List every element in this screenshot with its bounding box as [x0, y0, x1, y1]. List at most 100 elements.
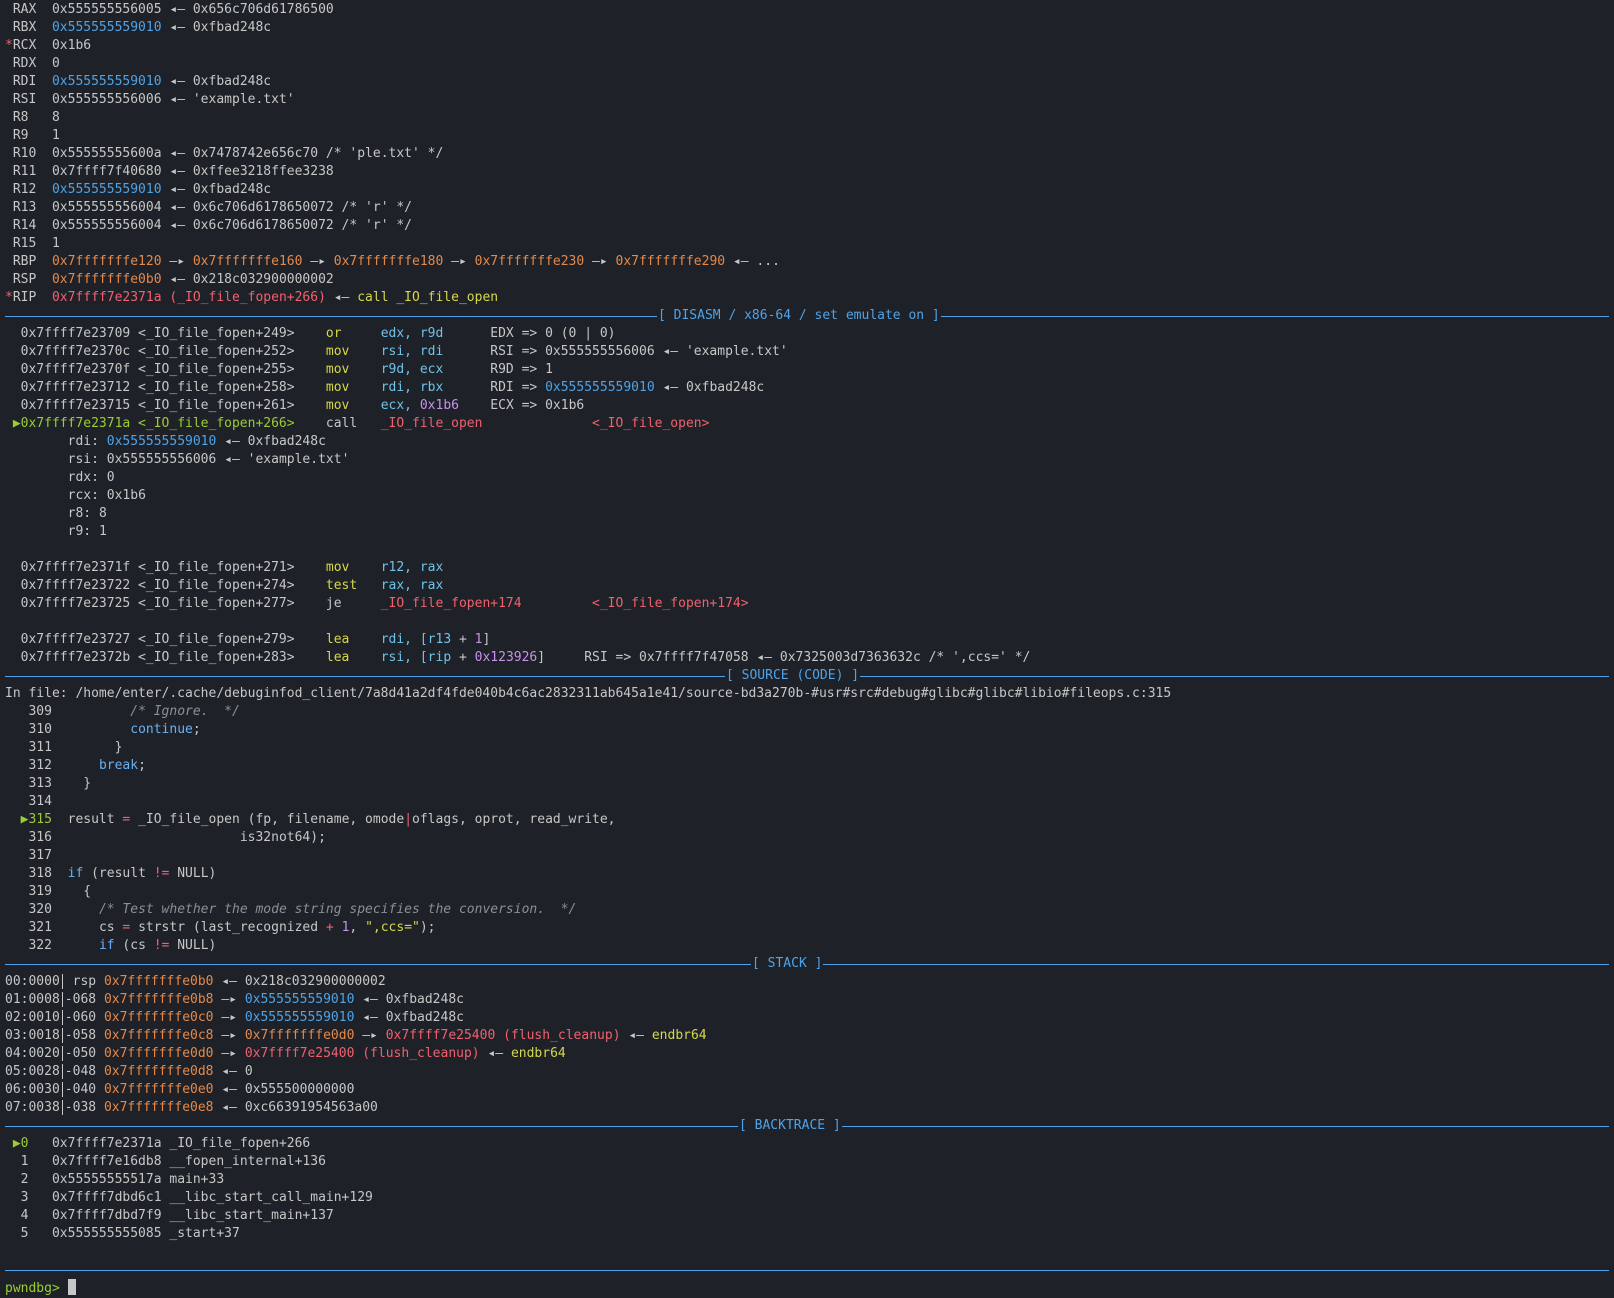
frame-symbol: __fopen_internal+136: [169, 1154, 326, 1169]
instruction-address: 0x7ffff7e2370c <_IO_file_fopen+252>: [20, 344, 295, 359]
register-row: R11 0x7ffff7f40680 ◂— 0xffee3218ffee3238: [5, 163, 1609, 181]
changed-marker: [5, 200, 13, 215]
changed-marker: [5, 236, 13, 251]
frame-address: 0x7ffff7dbd7f9: [51, 1208, 170, 1223]
stack-row: 02:0010 -060 0x7fffffffe0c0 —▸ 0x55555555…: [5, 1009, 1609, 1027]
stack-divider: [61, 1064, 63, 1079]
stack-address: 0x7fffffffe0e8: [103, 1100, 214, 1115]
disasm-row-current: ▶0x7ffff7e2371a <_IO_file_fopen+266> cal…: [5, 415, 1609, 433]
command-prompt[interactable]: pwndbg>: [5, 1279, 1609, 1297]
backtrace-frame[interactable]: 2 0x55555555517a main+33: [5, 1171, 1609, 1189]
argument-value: 0x555555559010: [106, 434, 217, 449]
operands: rax, rax: [380, 578, 444, 593]
frame-symbol: __libc_start_main+137: [169, 1208, 334, 1223]
register-operand: r13: [427, 632, 452, 647]
source-line: 321 cs = strstr (last_recognized + 1, ",…: [28, 920, 436, 935]
emulation-comment: RSI => 0x555555556006 ◂— 'example.txt': [490, 344, 788, 359]
operands: rsi, [: [380, 650, 428, 665]
current-instruction-marker: [5, 362, 21, 377]
stack-index: 06:0030: [5, 1082, 60, 1097]
register-value: 0x7ffff7f40680: [51, 164, 162, 179]
disasm-row: 0x7ffff7e23715 <_IO_file_fopen+261> mov …: [5, 397, 1609, 415]
emulation-comment: ECX => 0x1b6: [490, 398, 585, 413]
register-row: R12 0x555555559010 ◂— 0xfbad248c: [5, 181, 1609, 199]
frame-address: 0x555555555085: [51, 1226, 170, 1241]
argument-name: r9:: [67, 524, 99, 539]
argument-value: 0x1b6: [106, 488, 146, 503]
register-name: RIP: [12, 290, 37, 305]
immediate: 0x123926: [474, 650, 538, 665]
register-value: 0x55555555600a: [51, 146, 162, 161]
register-name: R13: [12, 200, 37, 215]
changed-marker: [5, 2, 13, 17]
instruction-address: 0x7ffff7e23725 <_IO_file_fopen+277>: [20, 596, 295, 611]
changed-marker: [5, 74, 13, 89]
instruction-address: 0x7ffff7e23727 <_IO_file_fopen+279>: [20, 632, 295, 647]
section-title-disasm: [ DISASM / x86-64 / set emulate on ]: [657, 307, 941, 325]
register-name: RCX: [12, 38, 37, 53]
jump-target: _IO_file_fopen+174: [380, 596, 593, 611]
arrow: —▸: [354, 1028, 386, 1043]
mnemonic: mov: [325, 398, 381, 413]
emulation-comment: RDI =>: [490, 380, 546, 395]
source-panel: In file: /home/enter/.cache/debuginfod_c…: [5, 685, 1609, 955]
frame-number: 4: [20, 1208, 52, 1223]
register-row: *RCX 0x1b6: [5, 37, 1609, 55]
register-row: R9 1: [5, 127, 1609, 145]
argument-name: rcx:: [67, 488, 107, 503]
source-line: 319 {: [28, 884, 92, 899]
backtrace-frame[interactable]: 3 0x7ffff7dbd6c1 __libc_start_call_main+…: [5, 1189, 1609, 1207]
stack-index: 01:0008: [5, 992, 60, 1007]
current-instruction-marker: [5, 344, 21, 359]
stack-index: 04:0020: [5, 1046, 60, 1061]
pointer-value: 0x7fffffffe160: [192, 254, 303, 269]
register-operand: rip: [427, 650, 452, 665]
backtrace-frame[interactable]: ▶0 0x7ffff7e2371a _IO_file_fopen+266: [5, 1135, 1609, 1153]
emulation-comment: ◂— 0xfbad248c: [654, 380, 765, 395]
register-name: RSP: [12, 272, 37, 287]
argument-name: rdi:: [67, 434, 107, 449]
backtrace-frame[interactable]: 1 0x7ffff7e16db8 __fopen_internal+136: [5, 1153, 1609, 1171]
instruction-address: 0x7ffff7e2370f <_IO_file_fopen+255>: [20, 362, 295, 377]
frame-symbol: __libc_start_call_main+129: [169, 1190, 373, 1205]
source-line: 322 if (cs != NULL): [28, 938, 217, 953]
stack-offset: -060: [64, 1010, 104, 1025]
frame-symbol: main+33: [169, 1172, 225, 1187]
register-value: 0x555555559010: [51, 20, 162, 35]
backtrace-frame[interactable]: 5 0x555555555085 _start+37: [5, 1225, 1609, 1243]
source-line: 316 is32not64);: [28, 830, 326, 845]
register-name: R14: [12, 218, 37, 233]
text-cursor[interactable]: [67, 1279, 76, 1295]
register-value: 0: [51, 56, 60, 71]
register-name: RDI: [12, 74, 37, 89]
pointer-value: 0x555555559010: [545, 380, 655, 395]
stack-address: 0x7fffffffe0d8: [103, 1064, 214, 1079]
changed-marker: [5, 128, 13, 143]
register-row: RAX 0x555555556005 ◂— 0x656c706d61786500: [5, 1, 1609, 19]
stack-offset: -058: [64, 1028, 104, 1043]
call-argument: r9: 1: [5, 523, 1609, 541]
register-row: R8 8: [5, 109, 1609, 127]
backtrace-panel: ▶0 0x7ffff7e2371a _IO_file_fopen+266 1 0…: [5, 1135, 1609, 1243]
stack-offset: -040: [64, 1082, 104, 1097]
section-title-stack: [ STACK ]: [751, 955, 824, 973]
backtrace-frame[interactable]: 4 0x7ffff7dbd7f9 __libc_start_main+137: [5, 1207, 1609, 1225]
source-line: 318 if (result != NULL): [28, 866, 217, 881]
bracket: ]: [482, 632, 491, 647]
register-value: 0x7fffffffe120 —▸ 0x7fffffffe160 —▸ 0x7f…: [52, 254, 780, 269]
bottom-separator: [5, 1261, 1609, 1279]
emulation-comment: R9D => 1: [490, 362, 553, 377]
mnemonic: mov: [325, 362, 381, 377]
current-instruction-marker: ▶: [5, 416, 21, 431]
source-line: 310 continue;: [28, 722, 201, 737]
pointer-value: 0x555555559010: [244, 992, 355, 1007]
register-row-rip: *RIP 0x7ffff7e2371a (_IO_file_fopen+266)…: [5, 289, 1609, 307]
pointer-value: 0x7fffffffe230: [474, 254, 585, 269]
prompt-label: pwndbg>: [5, 1281, 60, 1296]
register-value: 0x7ffff7e2371a (_IO_file_fopen+266): [51, 290, 326, 305]
arrow: ◂—: [620, 1028, 652, 1043]
source-line: 320 /* Test whether the mode string spec…: [28, 902, 577, 917]
source-line-current: ▶315 result = _IO_file_open (fp, filenam…: [20, 812, 616, 827]
